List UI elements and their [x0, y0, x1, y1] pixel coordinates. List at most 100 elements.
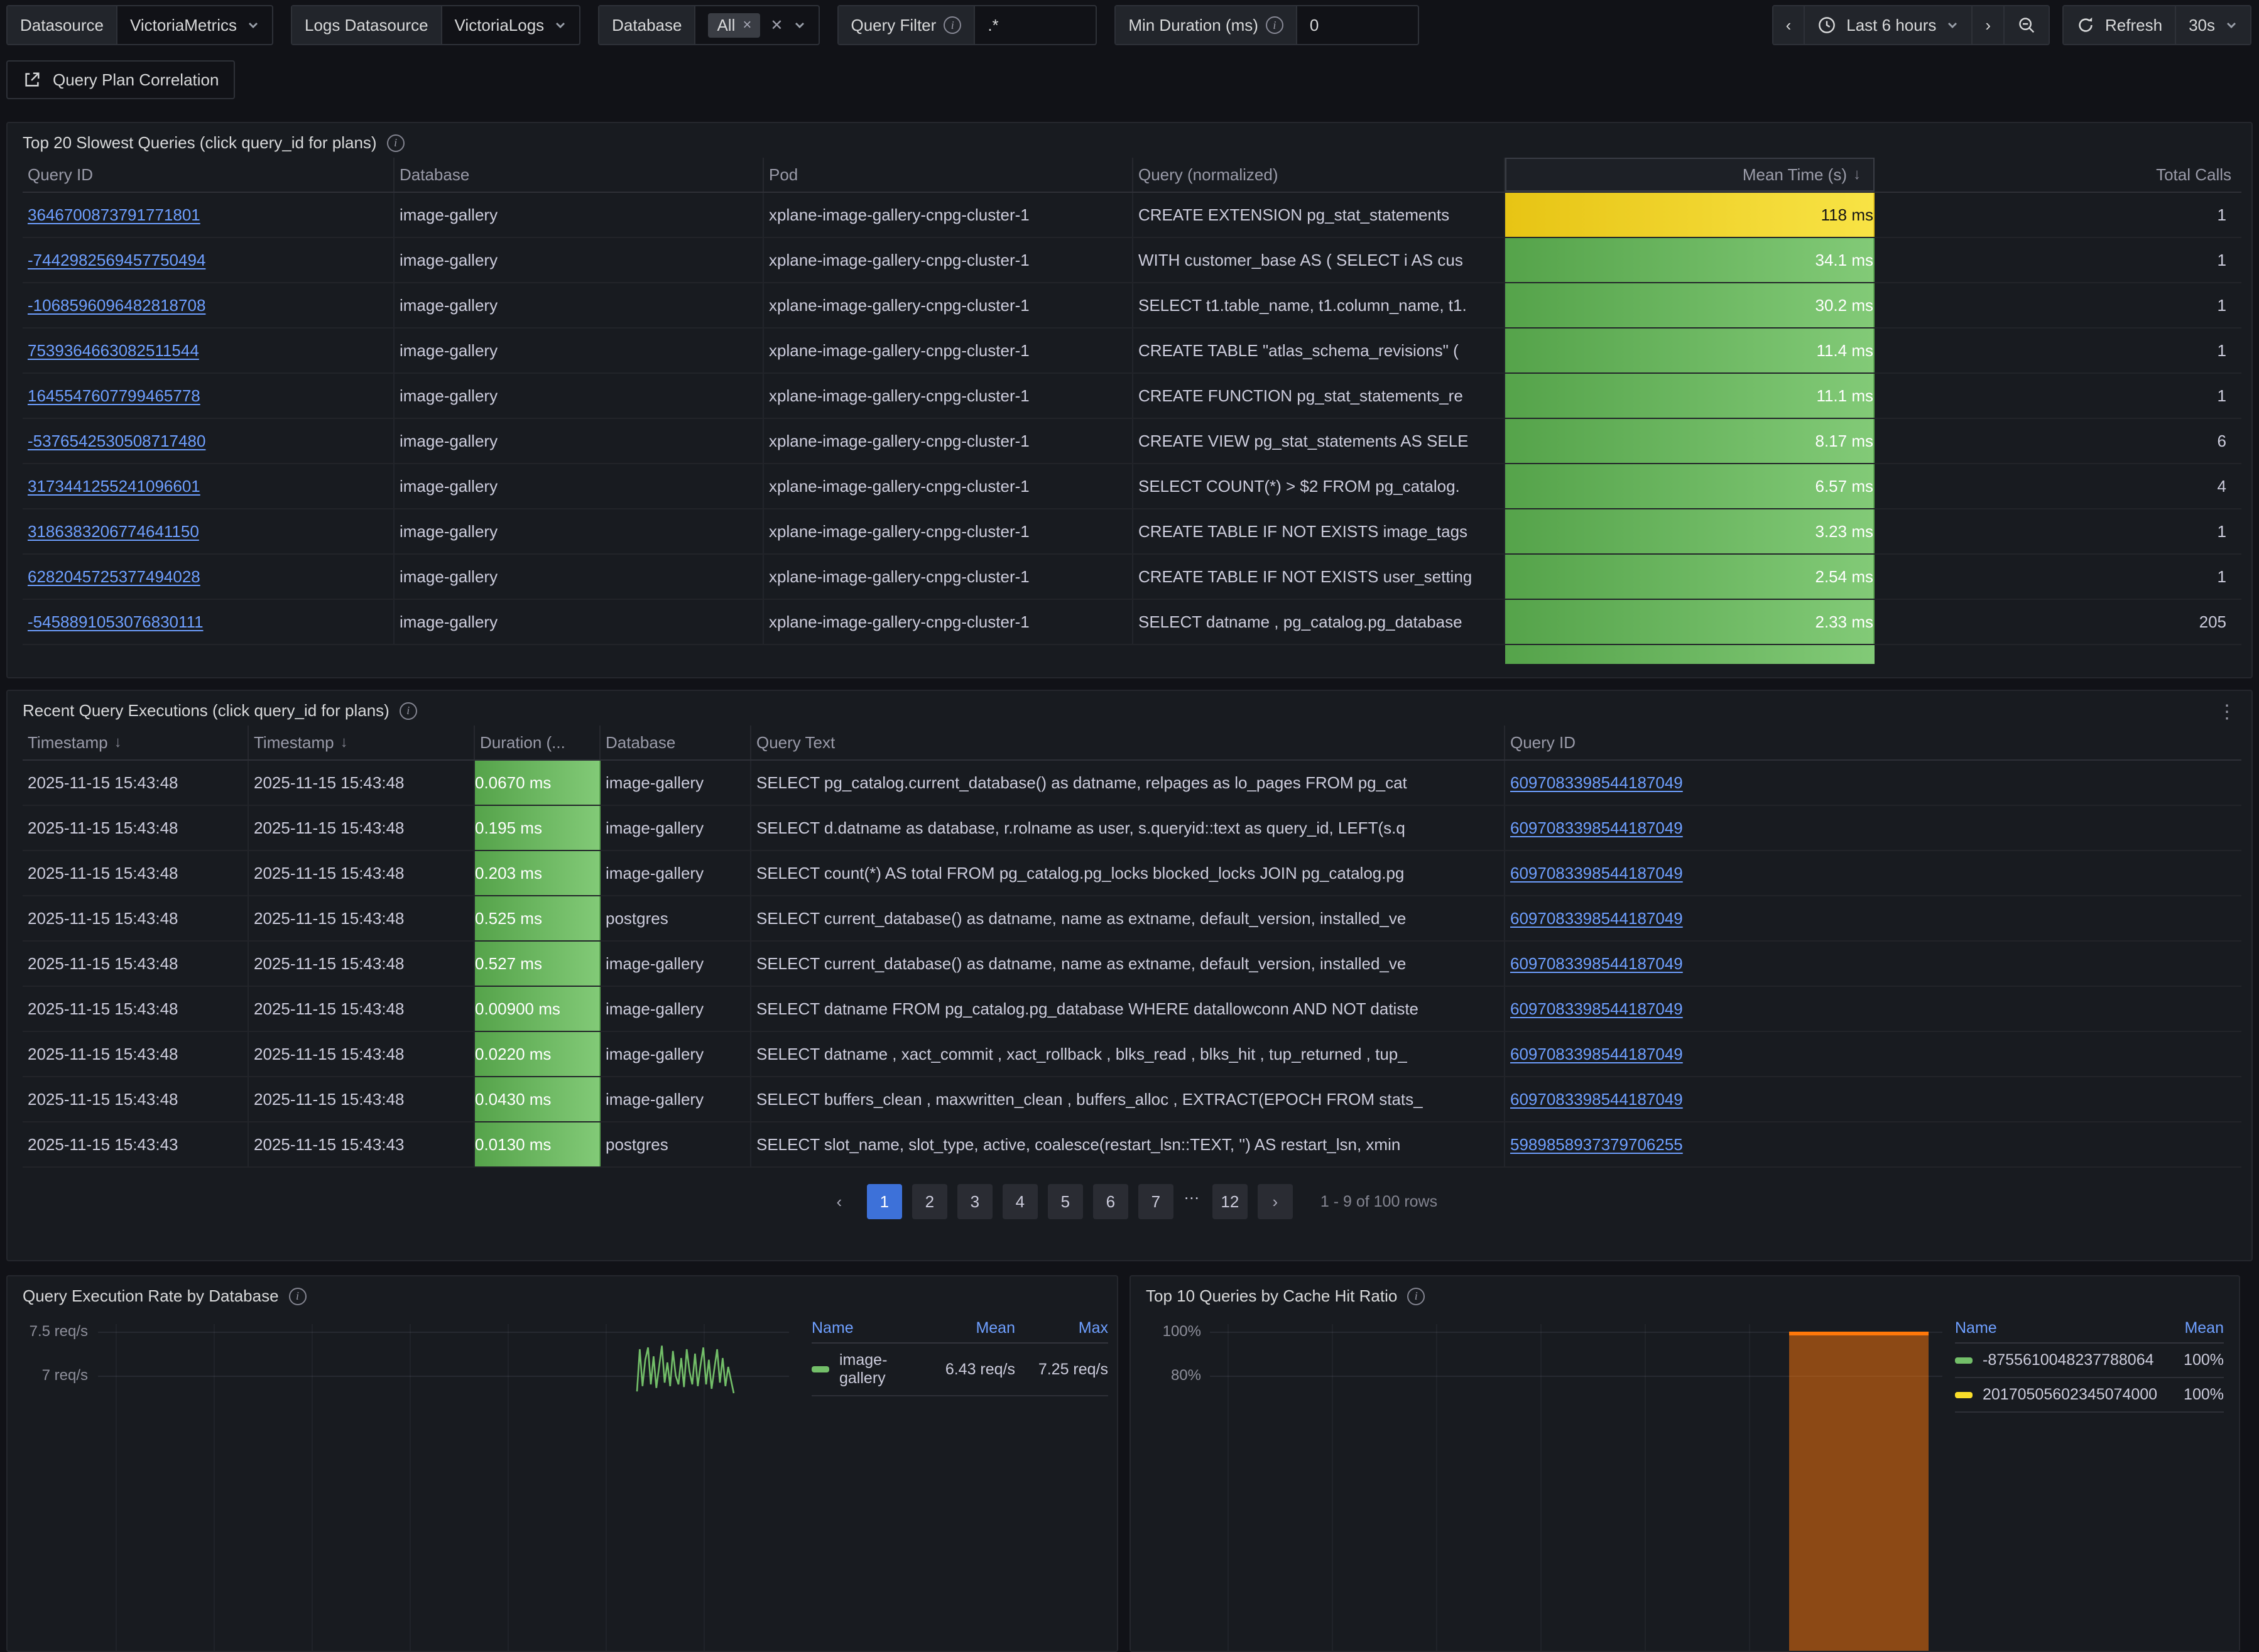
query-id-link[interactable]: -7442982569457750494 — [28, 251, 205, 270]
pagination-page-button[interactable]: 1 — [867, 1184, 902, 1219]
time-shift-back-button[interactable]: ‹ — [1773, 6, 1805, 44]
column-header-timestamp-2[interactable]: Timestamp↓ — [249, 725, 475, 759]
cell-query-normalized: CREATE TABLE "atlas_schema_revisions" ( — [1133, 329, 1505, 372]
column-header-timestamp-1[interactable]: Timestamp↓ — [23, 725, 249, 759]
query-id-link[interactable]: 6097083398544187049 — [1510, 773, 1683, 793]
column-header-database[interactable]: Database — [395, 158, 764, 192]
column-header-query-normalized[interactable]: Query (normalized) — [1133, 158, 1505, 192]
query-id-link[interactable]: 3186383206774641150 — [28, 522, 199, 541]
min-duration-input-group: Min Duration (ms)i 0 — [1114, 5, 1419, 45]
table-row: 2025-11-15 15:43:482025-11-15 15:43:480.… — [23, 942, 2241, 987]
legend-header-name[interactable]: Name — [812, 1319, 922, 1337]
query-id-link[interactable]: 6097083398544187049 — [1510, 909, 1683, 928]
duration-bar: 0.195 ms — [475, 806, 601, 850]
column-header-pod[interactable]: Pod — [764, 158, 1133, 192]
pagination-page-button[interactable]: 7 — [1138, 1184, 1173, 1219]
query-id-link[interactable]: 6097083398544187049 — [1510, 864, 1683, 883]
panel-menu-icon[interactable]: ⋮ — [2213, 701, 2241, 723]
column-header-database[interactable]: Database — [601, 725, 751, 759]
cell-total-calls: 1 — [1875, 283, 2241, 327]
rate-chart-line — [637, 1345, 734, 1393]
cell-pod: xplane-image-gallery-cnpg-cluster-1 — [764, 555, 1133, 599]
column-header-query-id[interactable]: Query ID — [23, 158, 395, 192]
legend-header-mean[interactable]: Mean — [922, 1319, 1015, 1337]
column-header-query-text[interactable]: Query Text — [751, 725, 1505, 759]
duration-bar: 0.0130 ms — [475, 1122, 601, 1166]
logs-datasource-picker[interactable]: Logs Datasource VictoriaLogs — [291, 5, 580, 45]
legend-series-mean: 6.43 req/s — [922, 1361, 1015, 1379]
pagination-page-button[interactable]: 4 — [1003, 1184, 1038, 1219]
cell-database: image-gallery — [601, 851, 751, 895]
zoom-out-button[interactable] — [2005, 6, 2049, 44]
pagination-prev-button[interactable]: ‹ — [822, 1184, 857, 1219]
query-id-link[interactable]: -5458891053076830111 — [28, 612, 204, 632]
legend-item-image-gallery[interactable]: image-gallery 6.43 req/s 7.25 req/s — [812, 1344, 1108, 1396]
min-duration-input[interactable]: 0 — [1297, 6, 1418, 44]
query-id-link[interactable]: 3646700873791771801 — [28, 205, 200, 225]
column-header-mean-time[interactable]: Mean Time (s)↓ — [1505, 158, 1875, 192]
pagination-summary: 1 - 9 of 100 rows — [1320, 1193, 1437, 1211]
query-id-link[interactable]: 6097083398544187049 — [1510, 818, 1683, 838]
cell-query-normalized: CREATE VIEW pg_stat_statements AS SELE — [1133, 419, 1505, 463]
refresh-button[interactable]: Refresh — [2064, 6, 2176, 44]
legend-header-name[interactable]: Name — [1955, 1319, 2131, 1337]
database-multiselect[interactable]: Database All× ✕ — [598, 5, 819, 45]
pagination-page-button[interactable]: 3 — [957, 1184, 993, 1219]
query-plan-correlation-button[interactable]: Query Plan Correlation — [6, 60, 235, 99]
pagination-next-button[interactable]: › — [1258, 1184, 1293, 1219]
query-filter-input-group: Query Filteri .* — [837, 5, 1097, 45]
info-icon: i — [400, 702, 417, 720]
cell-query-text: SELECT count(*) AS total FROM pg_catalog… — [751, 851, 1505, 895]
panel-title: Top 10 Queries by Cache Hit Ratio — [1146, 1286, 1397, 1306]
panel-title: Top 20 Slowest Queries (click query_id f… — [23, 133, 377, 153]
query-id-link[interactable]: -1068596096482818708 — [28, 296, 205, 315]
cell-query-normalized: SELECT datname , pg_catalog.pg_database — [1133, 600, 1505, 644]
query-id-link[interactable]: 6097083398544187049 — [1510, 1045, 1683, 1064]
cell-timestamp: 2025-11-15 15:43:48 — [23, 851, 249, 895]
database-chip-all[interactable]: All× — [708, 13, 760, 38]
cell-database: image-gallery — [395, 419, 764, 463]
query-id-link[interactable]: 3173441255241096601 — [28, 477, 200, 496]
chip-remove-icon[interactable]: × — [743, 16, 751, 34]
mean-time-bar: 11.1 ms — [1505, 374, 1875, 418]
duration-bar: 0.203 ms — [475, 851, 601, 895]
pagination-page-button[interactable]: 6 — [1093, 1184, 1128, 1219]
pagination-page-button[interactable]: 12 — [1212, 1184, 1248, 1219]
column-header-total-calls[interactable]: Total Calls — [1875, 158, 2241, 192]
query-id-link[interactable]: -5376542530508717480 — [28, 432, 205, 451]
legend-series-name: 20170505602345074000 — [1983, 1386, 2157, 1404]
cell-pod: xplane-image-gallery-cnpg-cluster-1 — [764, 419, 1133, 463]
legend-header-max[interactable]: Max — [1015, 1319, 1108, 1337]
cell-query-normalized: SELECT t1.table_name, t1.column_name, t1… — [1133, 283, 1505, 327]
slowest-table-body: 3646700873791771801image-galleryxplane-i… — [23, 193, 2241, 645]
query-id-link[interactable]: 5989858937379706255 — [1510, 1135, 1683, 1155]
legend-item[interactable]: 20170505602345074000100% — [1955, 1378, 2224, 1413]
cell-database: image-gallery — [395, 600, 764, 644]
datasource-picker[interactable]: Datasource VictoriaMetrics — [6, 5, 273, 45]
query-id-link[interactable]: 6097083398544187049 — [1510, 954, 1683, 974]
legend-item[interactable]: -8755610048237788064100% — [1955, 1344, 2224, 1378]
column-header-duration[interactable]: Duration (... — [475, 725, 601, 759]
column-header-query-id[interactable]: Query ID — [1505, 725, 2241, 759]
pagination-page-button[interactable]: 2 — [912, 1184, 947, 1219]
time-range-picker[interactable]: Last 6 hours — [1805, 6, 1973, 44]
query-id-link[interactable]: 1645547607799465778 — [28, 386, 200, 406]
query-id-link[interactable]: 6282045725377494028 — [28, 567, 200, 587]
query-filter-input[interactable]: .* — [975, 6, 1096, 44]
datasource-value: VictoriaMetrics — [130, 16, 237, 35]
query-id-link[interactable]: 7539364663082511544 — [28, 341, 199, 361]
logs-datasource-value: VictoriaLogs — [455, 16, 545, 35]
cell-database: postgres — [601, 1122, 751, 1166]
sort-desc-icon: ↓ — [114, 734, 122, 751]
query-id-link[interactable]: 6097083398544187049 — [1510, 1090, 1683, 1109]
time-shift-forward-button[interactable]: › — [1973, 6, 2005, 44]
table-row: 3173441255241096601image-galleryxplane-i… — [23, 464, 2241, 509]
legend-header-mean[interactable]: Mean — [2131, 1319, 2224, 1337]
pagination-pages: 1234567…12 — [867, 1184, 1248, 1219]
cell-database: image-gallery — [601, 761, 751, 805]
refresh-interval-picker[interactable]: 30s — [2176, 6, 2250, 44]
query-id-link[interactable]: 6097083398544187049 — [1510, 999, 1683, 1019]
pagination-page-button[interactable]: 5 — [1048, 1184, 1083, 1219]
clear-all-icon[interactable]: ✕ — [770, 16, 783, 35]
cell-database: image-gallery — [395, 238, 764, 282]
